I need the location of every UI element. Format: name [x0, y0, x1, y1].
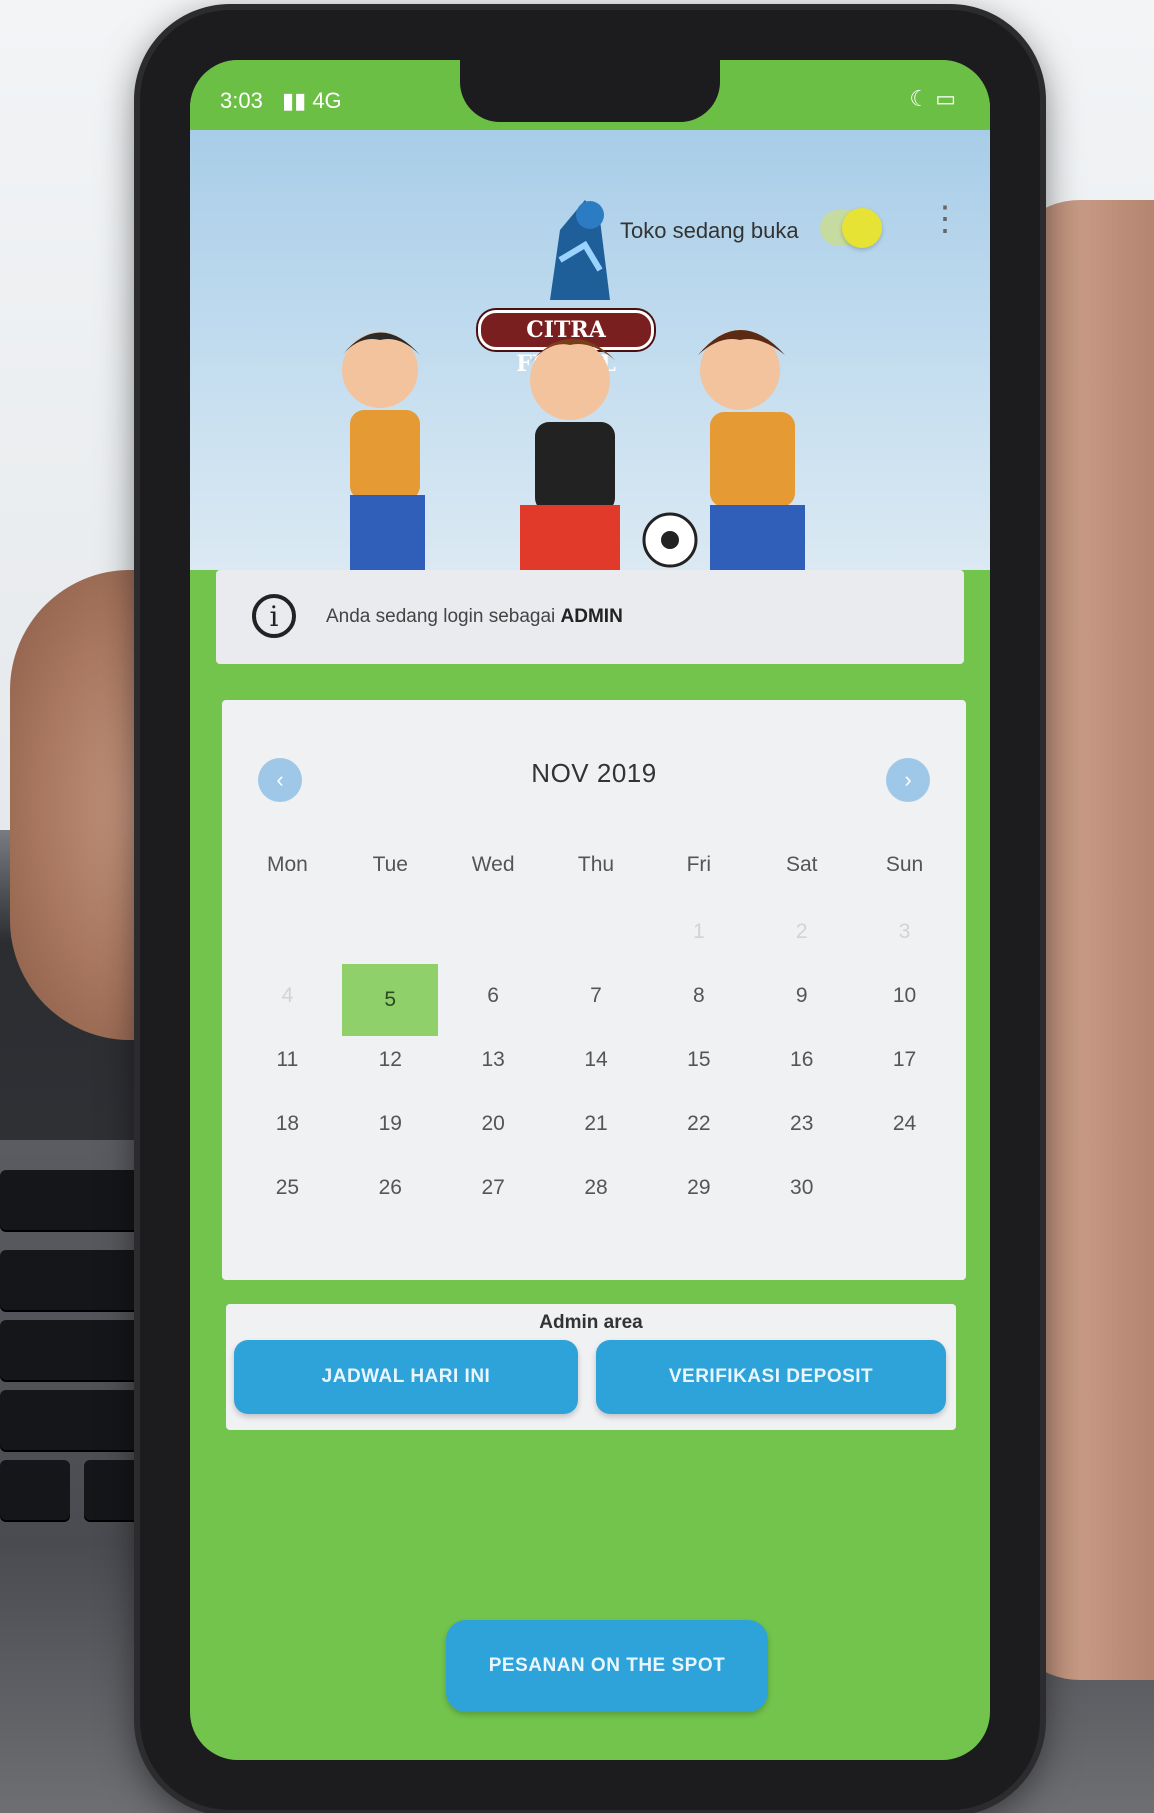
calendar-day[interactable]: 1 — [647, 900, 750, 964]
signal-icon: ▮▮ 4G — [282, 88, 342, 113]
store-status-label: Toko sedang buka — [620, 218, 799, 243]
calendar-day[interactable]: 26 — [339, 1156, 442, 1220]
more-vert-icon[interactable]: ⋮ — [928, 202, 962, 252]
calendar-day[interactable]: 30 — [750, 1156, 853, 1220]
calendar-day[interactable] — [545, 900, 648, 964]
calendar-day[interactable]: 4 — [236, 964, 339, 1028]
store-open-toggle[interactable] — [820, 208, 882, 248]
keyboard-key — [0, 1320, 150, 1380]
admin-area-title: Admin area — [539, 1312, 643, 1333]
calendar-day[interactable]: 17 — [853, 1028, 956, 1092]
calendar-day[interactable]: 13 — [442, 1028, 545, 1092]
phone-frame: 3:03 ▮▮ 4G ☾ ▭ CITRA FUTSAL Toko sedang … — [140, 10, 1040, 1810]
calendar-day[interactable]: 27 — [442, 1156, 545, 1220]
calendar-day[interactable]: 28 — [545, 1156, 648, 1220]
calendar-day[interactable]: 8 — [647, 964, 750, 1028]
calendar-day[interactable]: 19 — [339, 1092, 442, 1156]
calendar-day[interactable] — [339, 900, 442, 964]
jadwal-hari-ini-button[interactable]: JADWAL HARI INI — [234, 1340, 578, 1414]
calendar-day[interactable]: 10 — [853, 964, 956, 1028]
weekday-label: Fri — [686, 853, 712, 876]
verifikasi-deposit-button[interactable]: VERIFIKASI DEPOSIT — [596, 1340, 946, 1414]
calendar-day[interactable]: 15 — [647, 1028, 750, 1092]
calendar-day[interactable]: 24 — [853, 1092, 956, 1156]
calendar-day[interactable]: 29 — [647, 1156, 750, 1220]
pesanan-on-the-spot-button[interactable]: PESANAN ON THE SPOT — [446, 1620, 768, 1712]
login-info-text: Anda sedang login sebagai ADMIN — [326, 606, 623, 628]
weekday-label: Sun — [885, 853, 924, 876]
calendar-day[interactable]: 6 — [442, 964, 545, 1028]
weekday-label: Tue — [372, 853, 408, 876]
weekday-label: Wed — [471, 853, 515, 876]
login-info-role: ADMIN — [560, 606, 623, 627]
calendar-day[interactable]: 11 — [236, 1028, 339, 1092]
calendar-card: ‹ NOV 2019 › Mon Tue Wed Thu Fri Sat Sun… — [222, 700, 966, 1280]
toggle-knob — [842, 208, 882, 248]
calendar-day[interactable]: 23 — [750, 1092, 853, 1156]
calendar-day[interactable]: 3 — [853, 900, 956, 964]
keyboard-key — [0, 1170, 150, 1230]
weekday-label: Mon — [266, 853, 308, 876]
calendar-day[interactable]: 12 — [339, 1028, 442, 1092]
weekday-label: Sat — [785, 853, 818, 876]
calendar-grid: Mon Tue Wed Thu Fri Sat Sun — [236, 840, 956, 890]
app-screen: 3:03 ▮▮ 4G ☾ ▭ CITRA FUTSAL Toko sedang … — [190, 60, 990, 1760]
calendar-day[interactable] — [236, 900, 339, 964]
calendar-day[interactable]: 9 — [750, 964, 853, 1028]
calendar-day[interactable]: 22 — [647, 1092, 750, 1156]
keyboard-key — [0, 1390, 150, 1450]
login-info-card: i Anda sedang login sebagai ADMIN — [216, 570, 964, 664]
camera-notch — [460, 60, 720, 122]
admin-area-card: Admin area JADWAL HARI INI VERIFIKASI DE… — [226, 1304, 956, 1430]
calendar-day[interactable]: 20 — [442, 1092, 545, 1156]
calendar-days: 1 2 3 4 5 6 7 8 9 10 11 12 13 14 15 16 17 18 19 20 21 22 23 24 2… — [236, 900, 956, 1220]
calendar-day[interactable]: 16 — [750, 1028, 853, 1092]
calendar-month-label: NOV 2019 — [531, 758, 657, 788]
calendar-day[interactable]: 21 — [545, 1092, 648, 1156]
calendar-day[interactable]: 18 — [236, 1092, 339, 1156]
status-time: 3:03 — [220, 88, 263, 113]
players-illustration — [342, 330, 805, 570]
calendar-day[interactable]: 7 — [545, 964, 648, 1028]
calendar-day[interactable]: 5 — [339, 964, 442, 1036]
calendar-day[interactable]: 14 — [545, 1028, 648, 1092]
app-header: CITRA FUTSAL Toko sedang buka ⋮ — [190, 130, 990, 570]
logo-icon — [550, 200, 610, 300]
calendar-next-button[interactable]: › — [886, 758, 930, 802]
calendar-day[interactable] — [442, 900, 545, 964]
calendar-day[interactable]: 25 — [236, 1156, 339, 1220]
info-icon: i — [252, 594, 296, 638]
battery-icon: ☾ ▭ — [909, 86, 956, 111]
keyboard-key — [0, 1460, 70, 1520]
login-info-message: Anda sedang login sebagai — [326, 606, 556, 627]
weekday-label: Thu — [577, 853, 615, 876]
calendar-day[interactable]: 2 — [750, 900, 853, 964]
